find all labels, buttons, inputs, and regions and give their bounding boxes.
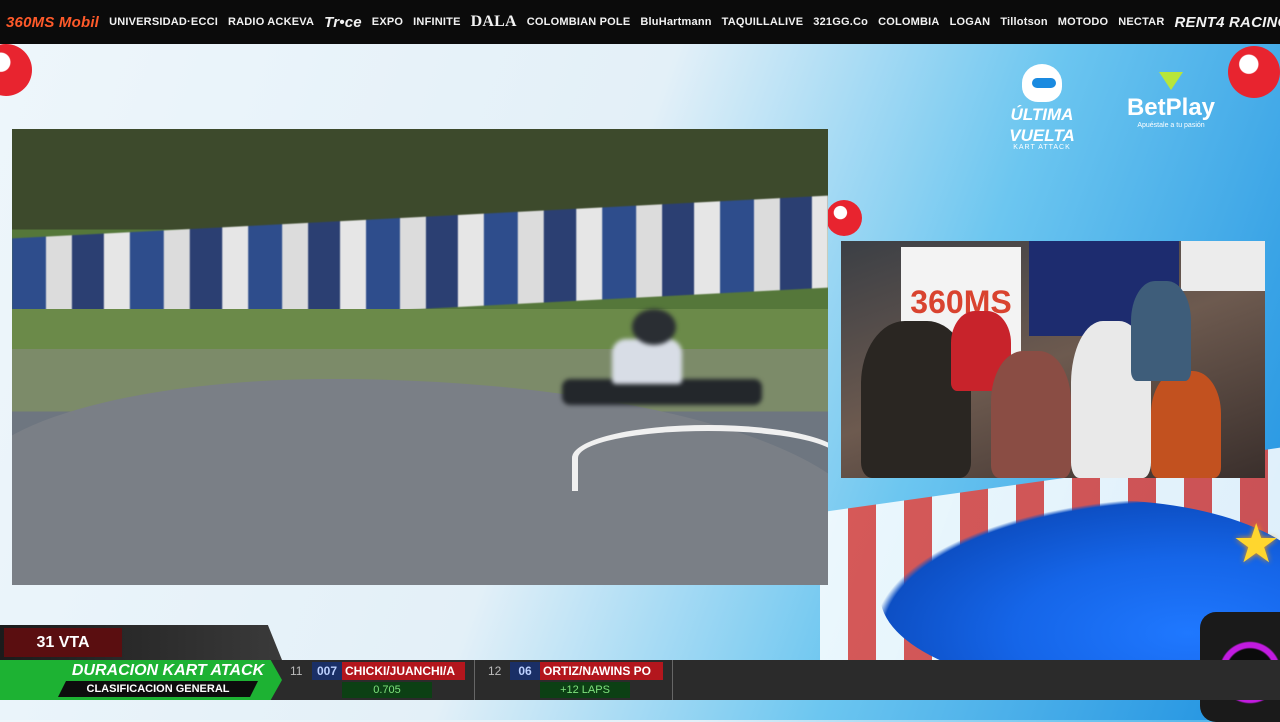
betplay-logo: BetPlay Apuéstale a tu pasión <box>1116 72 1226 142</box>
ultima-vuelta-logo: ÚLTIMA VUELTA KART ATTACK <box>996 64 1088 152</box>
sponsor-logo: 360MS Mobil <box>6 13 100 31</box>
star-icon: ★ <box>1232 514 1280 574</box>
main-video-feed <box>12 129 828 585</box>
sponsor-logo: RADIO ACKEVA <box>228 16 315 28</box>
sponsor-logo: INFINITE <box>413 16 461 28</box>
sponsor-logo: TAQUILLALIVE <box>721 16 804 28</box>
sponsor-logo: MOTODO <box>1057 16 1109 28</box>
lap-counter-tab: 31 VTA <box>0 625 282 660</box>
person <box>991 351 1071 478</box>
betplay-name: BetPlay <box>1126 94 1216 121</box>
mushroom-icon <box>0 44 32 96</box>
sponsor-logo: COLOMBIA <box>878 16 940 28</box>
entry-team: ORTIZ/NAWINS PO <box>540 662 663 680</box>
sponsor-bar: 360MS Mobil UNIVERSIDAD·ECCI RADIO ACKEV… <box>0 0 1280 44</box>
race-title: DURACION KART ATACK <box>71 662 265 679</box>
secondary-video-feed: 360MS <box>841 241 1265 478</box>
sponsor-logo: DALA <box>470 13 517 30</box>
entry-gap: 0.705 <box>342 682 432 698</box>
race-title-block: DURACION KART ATACK CLASIFICACION GENERA… <box>0 660 282 700</box>
entry-position: 11 <box>290 664 303 678</box>
sponsor-logo: Tr•ce <box>324 13 362 31</box>
go-kart <box>552 309 772 419</box>
logo-text-line1: ÚLTIMA <box>1010 105 1074 124</box>
entry-position: 12 <box>488 664 502 678</box>
entry-gap: +12 LAPS <box>540 682 630 698</box>
person <box>1151 371 1221 478</box>
sponsor-logo: Tillotson <box>1000 16 1048 28</box>
mushroom-icon <box>1228 46 1280 98</box>
sponsor-logo: BluHartmann <box>640 16 712 28</box>
track-kerb <box>572 425 828 491</box>
sponsor-logo: COLOMBIAN POLE <box>526 16 631 28</box>
standings-ticker: DURACION KART ATACK CLASIFICACION GENERA… <box>0 660 1280 700</box>
standings-entry: 11 007 CHICKI/JUANCHI/A 0.705 <box>284 660 475 700</box>
lap-counter: 31 VTA <box>4 628 122 657</box>
person <box>1131 281 1191 381</box>
mushroom-icon <box>826 200 862 236</box>
logo-text-line3: KART ATTACK <box>1013 144 1071 151</box>
helmet-icon <box>1022 64 1062 102</box>
logo-text-line2: VUELTA <box>1009 126 1075 145</box>
sponsor-logo: NECTAR <box>1118 16 1165 28</box>
sponsor-logo: EXPO <box>371 16 404 28</box>
kart-driver <box>612 339 682 384</box>
sponsor-logo: 321GG.Co <box>813 16 869 28</box>
standings-entry: 12 06 ORTIZ/NAWINS PO +12 LAPS <box>482 660 673 700</box>
race-subtitle: CLASIFICACION GENERAL <box>58 681 258 697</box>
entry-team: CHICKI/JUANCHI/A <box>342 662 465 680</box>
sponsor-logo: UNIVERSIDAD·ECCI <box>109 16 218 28</box>
betplay-tagline: Apuéstale a tu pasión <box>1137 122 1205 129</box>
driver-helmet <box>632 309 676 345</box>
entry-number: 007 <box>312 662 342 680</box>
entry-number: 06 <box>510 662 540 680</box>
sponsor-logo: LOGAN <box>949 16 991 28</box>
sponsor-logo: RENT4 RACING <box>1174 13 1280 31</box>
banner-white <box>1181 241 1265 291</box>
chevron-down-icon <box>1159 72 1183 90</box>
